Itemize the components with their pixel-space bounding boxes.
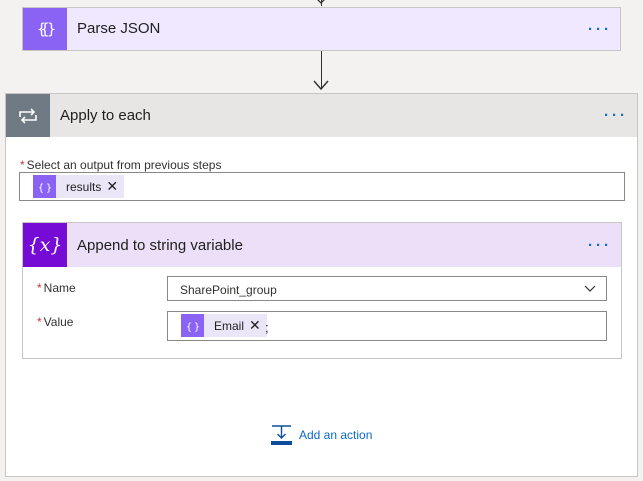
variable-icon: {x} bbox=[23, 223, 67, 267]
svg-text:}: } bbox=[47, 20, 56, 38]
svg-text:{: { bbox=[38, 183, 44, 193]
add-action-icon bbox=[271, 425, 292, 445]
output-label-text: Select an output from previous steps bbox=[26, 158, 222, 172]
results-token[interactable]: { } results ✕ bbox=[33, 175, 125, 198]
svg-text:}: } bbox=[194, 322, 200, 332]
append-to-string-variable-card: {x} Append to string variable ··· * Name … bbox=[22, 222, 622, 359]
output-input[interactable]: { } results ✕ bbox=[19, 172, 625, 201]
value-suffix: ; bbox=[265, 320, 269, 335]
value-field-label: * Value bbox=[37, 315, 73, 329]
name-select-value: SharePoint_group bbox=[180, 283, 277, 297]
remove-token-icon[interactable]: ✕ bbox=[106, 178, 118, 195]
name-label-text: Name bbox=[43, 281, 76, 295]
append-title: Append to string variable bbox=[77, 237, 243, 254]
loop-icon bbox=[6, 94, 50, 137]
token-label: Email bbox=[214, 318, 245, 333]
add-action-label: Add an action bbox=[299, 428, 373, 442]
arrow-down-icon bbox=[317, 0, 325, 4]
apply-to-each-title: Apply to each bbox=[60, 107, 151, 124]
chevron-down-icon bbox=[584, 285, 596, 292]
svg-text:}: } bbox=[46, 183, 52, 193]
more-options-button[interactable]: ··· bbox=[588, 238, 612, 253]
name-select[interactable]: SharePoint_group bbox=[167, 276, 607, 301]
token-label: results bbox=[66, 179, 102, 194]
required-marker: * bbox=[20, 158, 25, 172]
curly-braces-icon: { } bbox=[181, 314, 204, 337]
append-header[interactable]: {x} Append to string variable ··· bbox=[23, 223, 621, 267]
svg-text:{: { bbox=[186, 322, 192, 332]
apply-to-each-header[interactable]: Apply to each ··· bbox=[6, 94, 637, 137]
name-field-label: * Name bbox=[37, 281, 76, 295]
arrow-down-icon bbox=[313, 80, 329, 91]
curly-braces-icon: { { } bbox=[23, 8, 67, 50]
remove-token-icon[interactable]: ✕ bbox=[249, 317, 261, 334]
apply-to-each-card: Apply to each ··· * Select an output from… bbox=[5, 93, 638, 477]
parse-json-title: Parse JSON bbox=[77, 20, 161, 37]
svg-text:{: { bbox=[37, 20, 46, 38]
more-options-button[interactable]: ··· bbox=[604, 108, 628, 123]
required-marker: * bbox=[37, 315, 42, 329]
more-options-button[interactable]: ··· bbox=[588, 22, 612, 37]
curly-braces-icon: { } bbox=[33, 175, 56, 198]
add-action-button[interactable]: Add an action bbox=[270, 424, 372, 446]
required-marker: * bbox=[37, 281, 42, 295]
email-token[interactable]: { } Email ✕ bbox=[181, 314, 267, 337]
value-label-text: Value bbox=[43, 315, 74, 329]
parse-json-card[interactable]: { { } Parse JSON ··· bbox=[22, 7, 621, 51]
output-field-label: * Select an output from previous steps bbox=[20, 158, 221, 172]
value-input[interactable]: { } Email ✕ ; bbox=[167, 311, 607, 341]
